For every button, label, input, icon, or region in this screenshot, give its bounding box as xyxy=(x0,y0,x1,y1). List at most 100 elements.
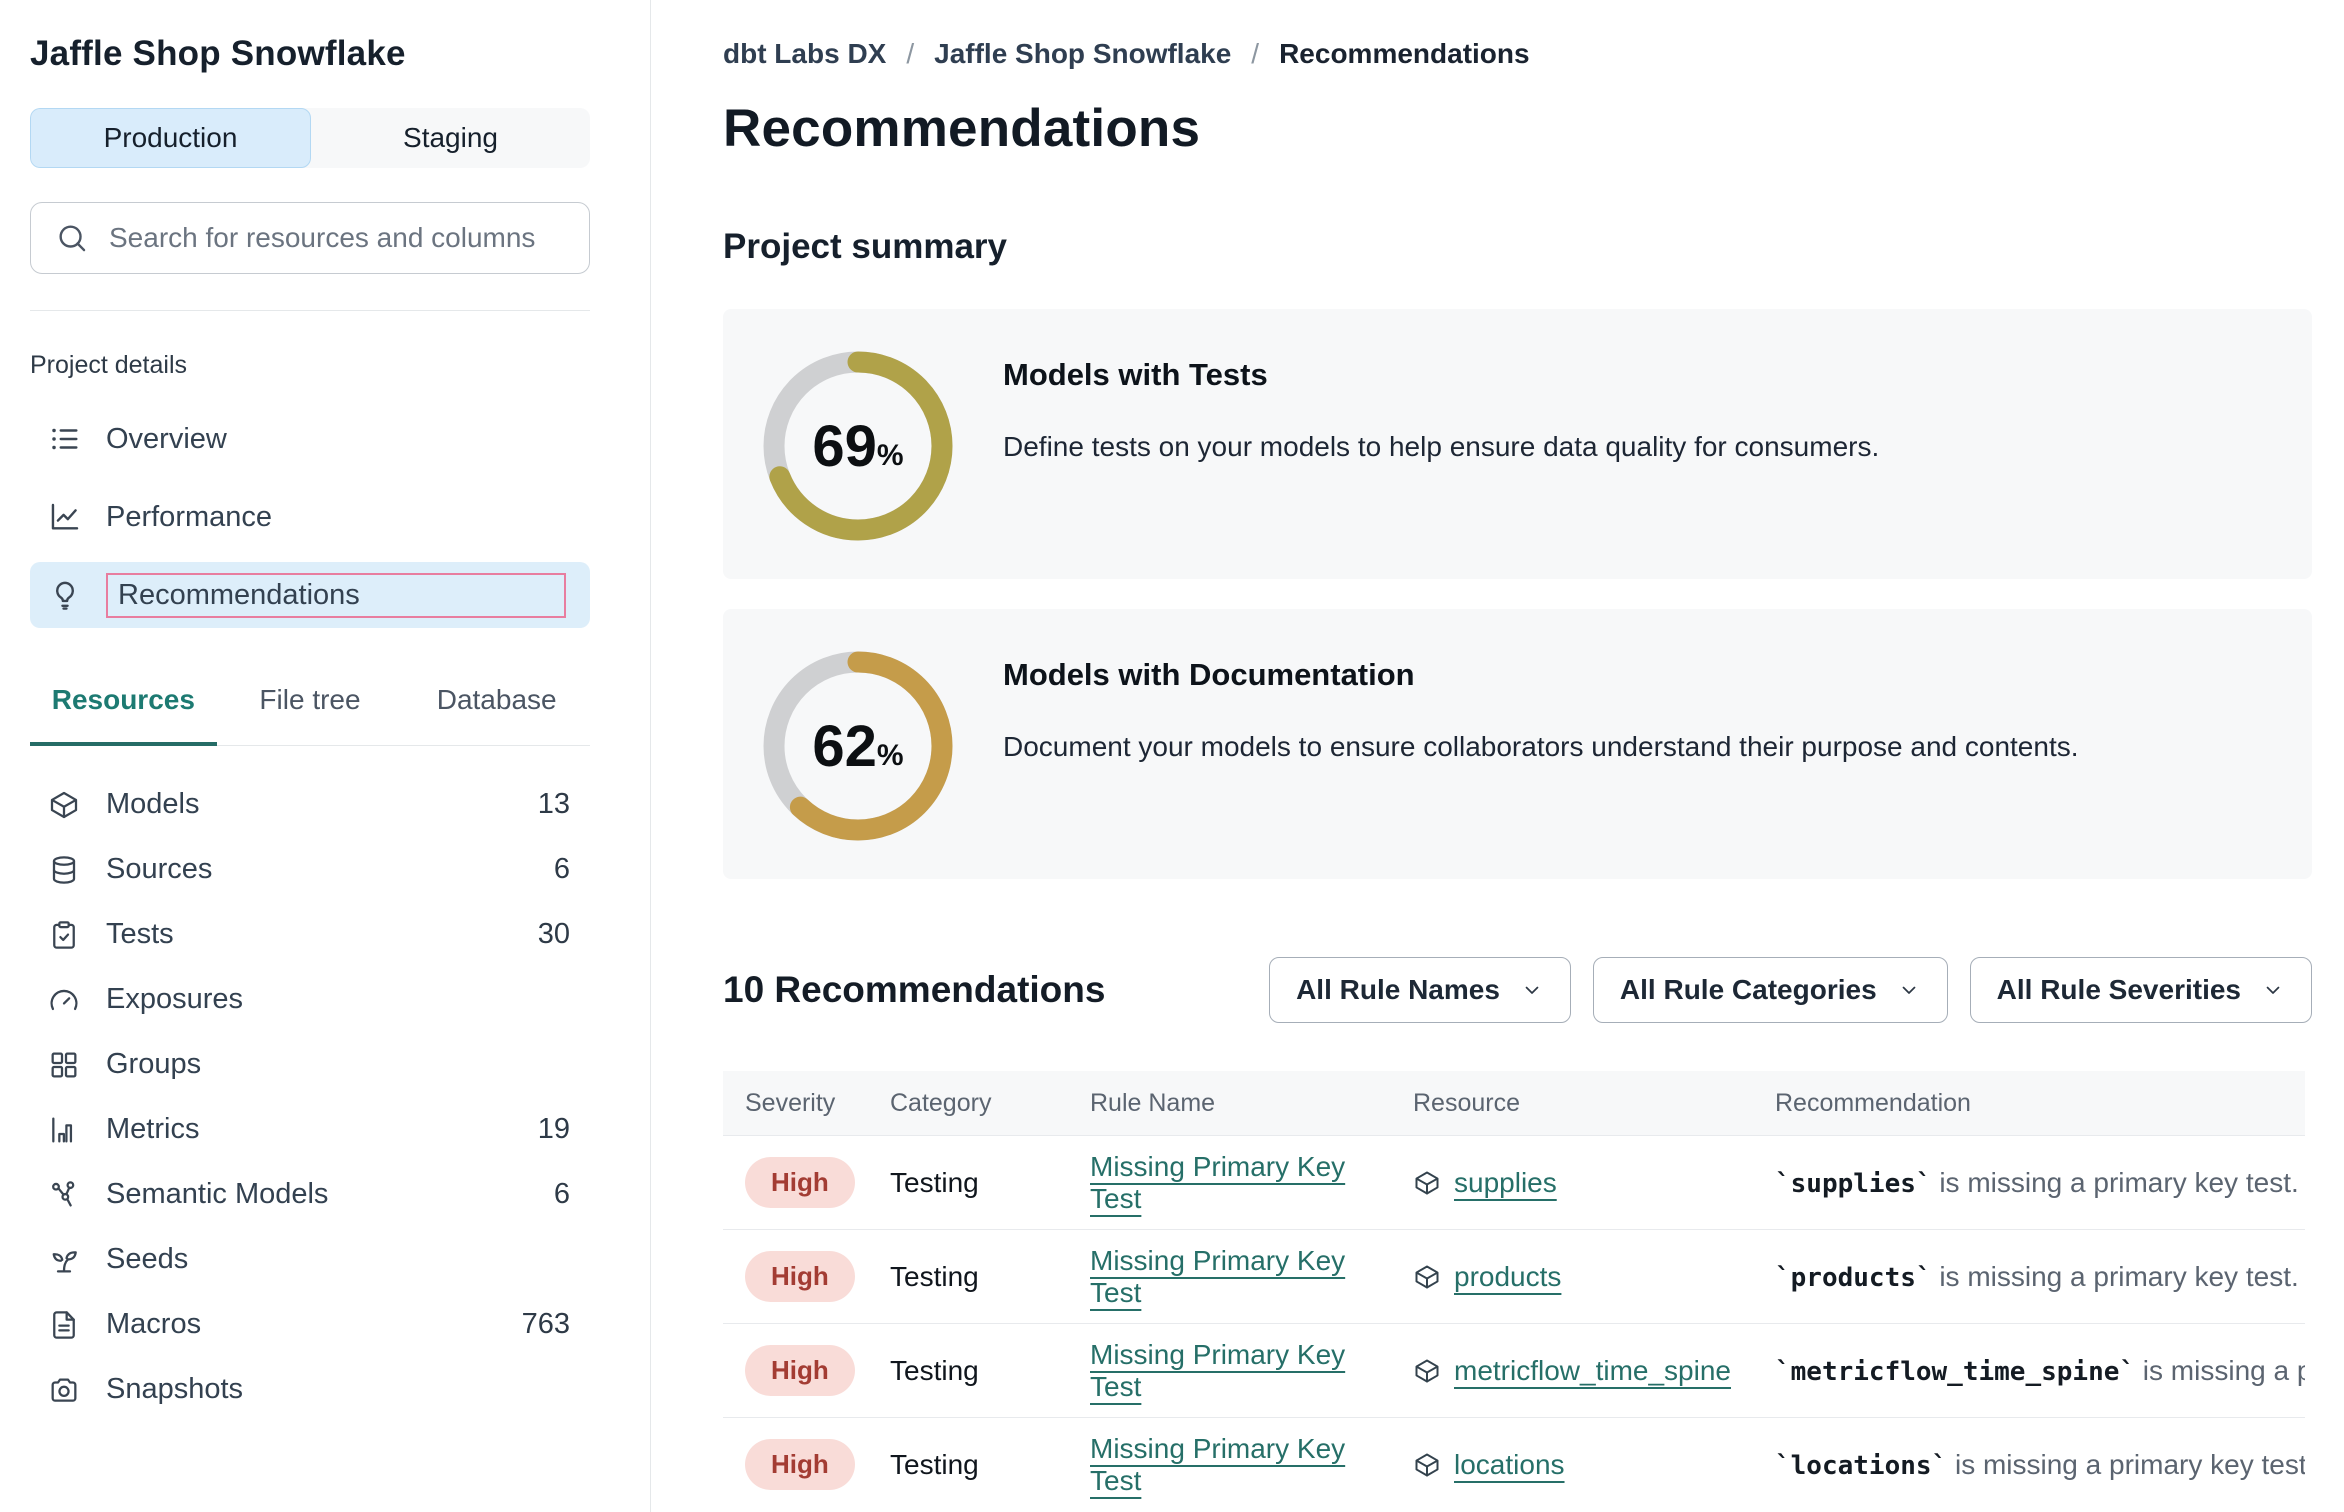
gauge-icon xyxy=(48,984,80,1016)
chevron-down-icon xyxy=(2261,978,2285,1002)
resource-label: Seeds xyxy=(106,1243,188,1276)
resource-item-seeds[interactable]: Seeds xyxy=(30,1227,590,1292)
resource-label: Macros xyxy=(106,1308,201,1341)
resource-link[interactable]: metricflow_time_spine xyxy=(1454,1355,1731,1387)
bar-chart-icon xyxy=(48,1114,80,1146)
sidebar-divider xyxy=(30,310,590,311)
table-header-row: SeverityCategoryRule NameResourceRecomme… xyxy=(723,1071,2305,1135)
chevron-down-icon xyxy=(1897,978,1921,1002)
rule-name-link[interactable]: Missing Primary Key Test xyxy=(1090,1151,1345,1214)
network-icon xyxy=(48,1179,80,1211)
summary-cards: 69% Models with TestsDefine tests on your… xyxy=(723,309,2312,879)
resource-label: Semantic Models xyxy=(106,1178,328,1211)
recommendations-count-heading: 10 Recommendations xyxy=(723,969,1105,1011)
recommendation-text: `supplies` is missing a primary key test… xyxy=(1753,1167,2305,1199)
resource-label: Tests xyxy=(106,918,174,951)
severity-badge: High xyxy=(745,1439,855,1490)
category-value: Testing xyxy=(890,1355,979,1386)
card-text: Models with TestsDefine tests on your mo… xyxy=(1003,351,1879,463)
search-icon xyxy=(55,221,89,255)
resource-label: Exposures xyxy=(106,983,243,1016)
resource-item-semantic-models[interactable]: Semantic Models 6 xyxy=(30,1162,590,1227)
resource-item-exposures[interactable]: Exposures xyxy=(30,967,590,1032)
recommendation-text: `locations` is missing a primary key tes… xyxy=(1753,1449,2305,1481)
column-header-severity: Severity xyxy=(723,1089,868,1118)
sidebar-item-performance[interactable]: Performance xyxy=(30,484,590,550)
breadcrumb: dbt Labs DX/Jaffle Shop Snowflake/Recomm… xyxy=(723,38,2344,70)
cube-icon xyxy=(1413,1357,1441,1385)
resource-link[interactable]: products xyxy=(1454,1261,1561,1293)
resource-count: 19 xyxy=(538,1113,570,1146)
filter-all-rule-severities[interactable]: All Rule Severities xyxy=(1970,957,2312,1023)
cube-icon xyxy=(1413,1263,1441,1291)
resource-item-macros[interactable]: Macros 763 xyxy=(30,1292,590,1357)
main-content: dbt Labs DX/Jaffle Shop Snowflake/Recomm… xyxy=(651,0,2344,1512)
donut-value: 69% xyxy=(763,351,953,541)
filter-buttons: All Rule Names All Rule Categories All Rul… xyxy=(1247,957,2312,1023)
category-value: Testing xyxy=(890,1261,979,1292)
resource-link[interactable]: locations xyxy=(1454,1449,1565,1481)
resource-link[interactable]: supplies xyxy=(1454,1167,1557,1199)
rule-name-link[interactable]: Missing Primary Key Test xyxy=(1090,1433,1345,1496)
resource-item-models[interactable]: Models13 xyxy=(30,772,590,837)
clipboard-check-icon xyxy=(48,919,80,951)
resource-label: Groups xyxy=(106,1048,201,1081)
table-body: High Testing Missing Primary Key Test suppl… xyxy=(723,1135,2305,1511)
cube-icon xyxy=(48,789,80,821)
chart-line-icon xyxy=(48,500,82,534)
resource-count: 6 xyxy=(554,1178,570,1211)
database-icon xyxy=(48,854,80,886)
resource-label: Metrics xyxy=(106,1113,199,1146)
table-row: High Testing Missing Primary Key Test produ… xyxy=(723,1229,2305,1323)
env-tab-staging[interactable]: Staging xyxy=(311,108,590,168)
donut-chart: 62% xyxy=(763,651,953,841)
camera-icon xyxy=(48,1374,80,1406)
filter-all-rule-names[interactable]: All Rule Names xyxy=(1269,957,1571,1023)
resource-item-tests[interactable]: Tests 30 xyxy=(30,902,590,967)
column-header-resource: Resource xyxy=(1391,1089,1753,1118)
donut-chart: 69% xyxy=(763,351,953,541)
summary-card: 62%Models with DocumentationDocument you… xyxy=(723,609,2312,879)
resource-label: Models xyxy=(106,788,200,821)
severity-badge: High xyxy=(745,1251,855,1302)
resource-item-groups[interactable]: Groups xyxy=(30,1032,590,1097)
resource-label: Snapshots xyxy=(106,1373,243,1406)
donut-value: 62% xyxy=(763,651,953,841)
resource-item-sources[interactable]: Sources6 xyxy=(30,837,590,902)
table-row: HighTestingMissing Primary Key Testsuppl… xyxy=(723,1135,2305,1229)
column-header-rule-name: Rule Name xyxy=(1068,1089,1391,1118)
rule-name-link[interactable]: Missing Primary Key Test xyxy=(1090,1245,1345,1308)
cube-icon xyxy=(1413,1169,1441,1197)
breadcrumb-item: Recommendations xyxy=(1279,38,1530,70)
category-value: Testing xyxy=(890,1167,979,1198)
filter-all-rule-categories[interactable]: All Rule Categories xyxy=(1593,957,1948,1023)
project-summary-heading: Project summary xyxy=(723,227,2344,267)
list-icon xyxy=(48,422,82,456)
card-description: Define tests on your models to help ensu… xyxy=(1003,431,1879,463)
sprout-icon xyxy=(48,1244,80,1276)
tab-file-tree[interactable]: File tree xyxy=(217,674,404,746)
env-tab-production[interactable]: Production xyxy=(30,108,311,168)
chevron-down-icon xyxy=(1520,978,1544,1002)
breadcrumb-item[interactable]: Jaffle Shop Snowflake xyxy=(934,38,1231,70)
breadcrumb-item[interactable]: dbt Labs DX xyxy=(723,38,886,70)
sidebar: Jaffle Shop Snowflake ProductionStaging … xyxy=(0,0,651,1512)
resource-item-metrics[interactable]: Metrics 19 xyxy=(30,1097,590,1162)
resource-count: 30 xyxy=(538,918,570,951)
resource-count: 763 xyxy=(522,1308,570,1341)
summary-card: 69% Models with TestsDefine tests on your… xyxy=(723,309,2312,579)
search-input[interactable]: Search for resources and columns xyxy=(30,202,590,274)
sidebar-item-label: Performance xyxy=(106,499,272,536)
rule-name-link[interactable]: Missing Primary Key Test xyxy=(1090,1339,1345,1402)
environment-toggle: ProductionStaging xyxy=(30,108,590,168)
resource-count: 6 xyxy=(554,853,570,886)
project-title: Jaffle Shop Snowflake xyxy=(30,34,590,74)
grid-icon xyxy=(48,1049,80,1081)
tab-resources[interactable]: Resources xyxy=(30,674,217,746)
sidebar-item-overview[interactable]: Overview xyxy=(30,406,590,472)
resource-item-snapshots[interactable]: Snapshots xyxy=(30,1357,590,1422)
category-value: Testing xyxy=(890,1449,979,1480)
tab-database[interactable]: Database xyxy=(403,674,590,746)
resource-list: Models13Sources6 Tests 30 Exposures Groups Me… xyxy=(30,772,590,1422)
sidebar-item-recommendations[interactable]: Recommendations xyxy=(30,562,590,628)
